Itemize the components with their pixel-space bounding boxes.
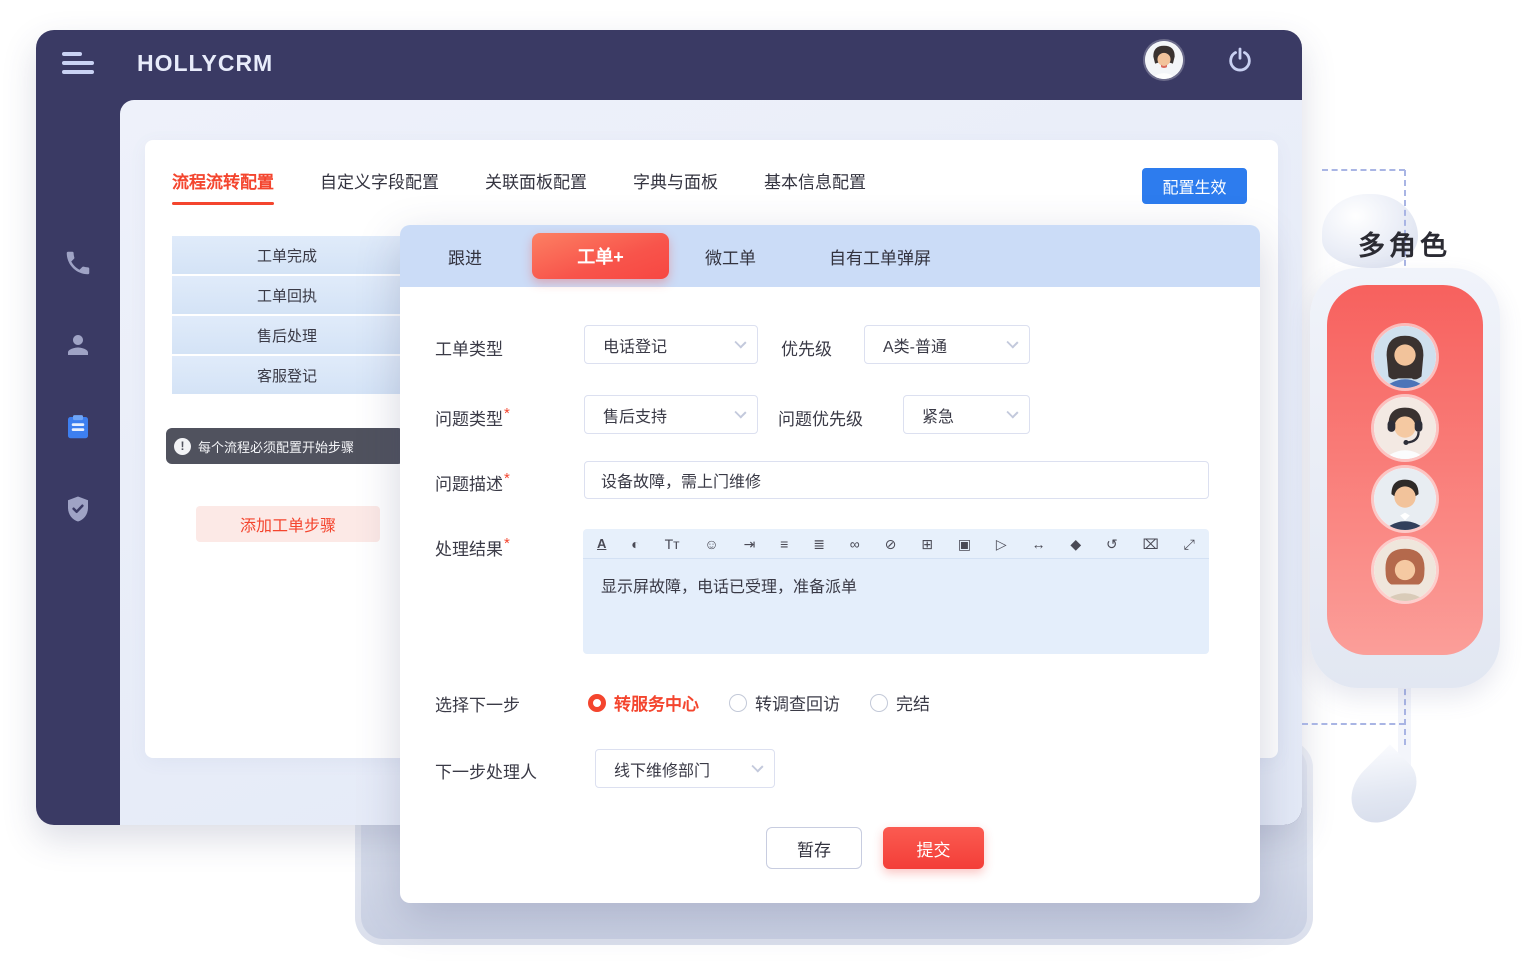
undo-icon[interactable]: ↺ xyxy=(1106,537,1118,551)
radio-finish[interactable]: 完结 xyxy=(870,690,930,715)
next-step-radio-group: 转服务中心 转调查回访 完结 xyxy=(588,690,930,715)
clipboard-icon[interactable] xyxy=(63,412,93,442)
app-title: HOLLYCRM xyxy=(137,50,273,77)
video-icon[interactable]: ▷ xyxy=(996,537,1007,551)
user-avatar[interactable] xyxy=(1145,41,1183,79)
notice-tooltip: ! 每个流程必须配置开始步骤 xyxy=(166,428,404,464)
tab-custom-fields[interactable]: 自定义字段配置 xyxy=(320,168,439,203)
priority-select[interactable]: A类-普通 xyxy=(864,325,1030,364)
radio-to-survey-callback[interactable]: 转调查回访 xyxy=(729,690,840,715)
chevron-down-icon xyxy=(734,406,746,418)
tab-basic-info[interactable]: 基本信息配置 xyxy=(764,168,866,203)
list-icon[interactable]: ≣ xyxy=(813,537,825,551)
radio-selected-icon xyxy=(588,694,606,712)
issue-type-select[interactable]: 售后支持 xyxy=(584,395,758,434)
power-icon[interactable] xyxy=(1226,46,1254,74)
result-editor: A ◐ Tᴛ ☺ ⇥ ≡ ≣ ∞ ⊘ ⊞ ▣ ▷ ↔ ◆ ↺ ⌧ ⤢ 显示屏故障… xyxy=(583,529,1209,654)
radio-icon xyxy=(870,694,888,712)
result-label: 处理结果* xyxy=(435,535,510,560)
modal-tab-own-popup[interactable]: 自有工单弹屏 xyxy=(829,244,931,269)
order-type-label: 工单类型 xyxy=(435,335,503,360)
apply-config-button[interactable]: 配置生效 xyxy=(1142,168,1247,204)
modal-tab-followup[interactable]: 跟进 xyxy=(448,244,482,269)
issue-desc-label: 问题描述* xyxy=(435,470,510,495)
issue-desc-input[interactable] xyxy=(584,461,1209,499)
palette-icon[interactable]: ◐ xyxy=(631,537,639,551)
screen: HOLLYCRM xyxy=(0,0,1537,964)
submit-button[interactable]: 提交 xyxy=(883,827,984,869)
result-editor-content[interactable]: 显示屏故障，电话已受理，准备派单 xyxy=(583,559,1209,654)
sidebar xyxy=(36,100,120,825)
exclamation-icon: ! xyxy=(174,438,191,455)
divider-icon[interactable]: ↔ xyxy=(1032,537,1046,551)
tab-flow-config[interactable]: 流程流转配置 xyxy=(172,168,274,203)
dashed-guide-bottom xyxy=(1302,723,1405,725)
support-headset-avatar[interactable] xyxy=(1374,397,1436,459)
fullscreen-icon[interactable]: ⤢ xyxy=(1184,537,1195,551)
dashed-guide-top xyxy=(1322,169,1405,171)
multi-role-label: 多角色 xyxy=(1358,224,1451,263)
modal-tab-workorder-plus[interactable]: 工单+ xyxy=(532,233,669,279)
step-item-complete[interactable]: 工单完成 xyxy=(172,236,402,274)
issue-priority-label: 问题优先级 xyxy=(778,405,863,430)
issue-type-label: 问题类型* xyxy=(435,405,510,430)
step-item-aftersales[interactable]: 售后处理 xyxy=(172,316,402,354)
save-draft-button[interactable]: 暂存 xyxy=(766,827,862,869)
tab-linked-panel[interactable]: 关联面板配置 xyxy=(485,168,587,203)
radio-icon xyxy=(729,694,747,712)
female-auburn-avatar[interactable] xyxy=(1374,539,1436,601)
image-icon[interactable]: ▣ xyxy=(958,537,971,551)
chevron-down-icon xyxy=(1006,336,1018,348)
step-item-receipt[interactable]: 工单回执 xyxy=(172,276,402,314)
notice-text: 每个流程必须配置开始步骤 xyxy=(198,437,354,456)
config-tab-bar: 流程流转配置 自定义字段配置 关联面板配置 字典与面板 基本信息配置 xyxy=(172,168,866,203)
font-size-icon[interactable]: Tᴛ xyxy=(665,537,680,551)
female-agent-avatar[interactable] xyxy=(1374,326,1436,388)
add-step-button[interactable]: 添加工单步骤 xyxy=(196,506,380,542)
next-handler-select[interactable]: 线下维修部门 xyxy=(595,749,775,788)
indent-icon[interactable]: ⇥ xyxy=(744,537,756,551)
next-handler-label: 下一步处理人 xyxy=(435,758,537,783)
phone-icon[interactable] xyxy=(63,248,93,278)
modal-tab-bar: 跟进 工单+ 微工单 自有工单弹屏 xyxy=(400,225,1260,287)
hamburger-icon[interactable] xyxy=(62,52,94,78)
issue-priority-select[interactable]: 紧急 xyxy=(903,395,1030,434)
multi-role-avatar-stack xyxy=(1327,285,1483,655)
eraser-icon[interactable]: ◆ xyxy=(1070,537,1081,551)
table-icon[interactable]: ⊞ xyxy=(921,537,933,551)
shield-check-icon[interactable] xyxy=(63,494,93,524)
link-icon[interactable]: ∞ xyxy=(850,537,860,551)
editor-toolbar: A ◐ Tᴛ ☺ ⇥ ≡ ≣ ∞ ⊘ ⊞ ▣ ▷ ↔ ◆ ↺ ⌧ ⤢ xyxy=(583,529,1209,559)
tab-dictionary-panel[interactable]: 字典与面板 xyxy=(633,168,718,203)
workorder-step-list: 工单完成 工单回执 售后处理 客服登记 xyxy=(172,236,402,396)
droplet-decoration xyxy=(1338,744,1429,835)
step-item-service-register[interactable]: 客服登记 xyxy=(172,356,402,394)
male-manager-avatar[interactable] xyxy=(1374,468,1436,530)
next-step-label: 选择下一步 xyxy=(435,691,520,716)
person-icon[interactable] xyxy=(63,330,93,360)
priority-label: 优先级 xyxy=(781,335,832,360)
trash-icon[interactable]: ⌧ xyxy=(1143,537,1159,551)
modal-tab-micro-workorder[interactable]: 微工单 xyxy=(705,244,756,269)
chevron-down-icon xyxy=(734,336,746,348)
chevron-down-icon xyxy=(751,760,763,772)
emoji-icon[interactable]: ☺ xyxy=(704,537,718,551)
unlink-icon[interactable]: ⊘ xyxy=(885,537,897,551)
align-icon[interactable]: ≡ xyxy=(780,537,788,551)
workorder-modal: 跟进 工单+ 微工单 自有工单弹屏 工单类型 电话登记 优先级 A类-普通 问题… xyxy=(400,225,1260,903)
order-type-select[interactable]: 电话登记 xyxy=(584,325,758,364)
chevron-down-icon xyxy=(1006,406,1018,418)
radio-to-service-center[interactable]: 转服务中心 xyxy=(588,690,699,715)
app-header: HOLLYCRM xyxy=(36,30,1302,100)
text-style-icon[interactable]: A xyxy=(597,537,606,550)
